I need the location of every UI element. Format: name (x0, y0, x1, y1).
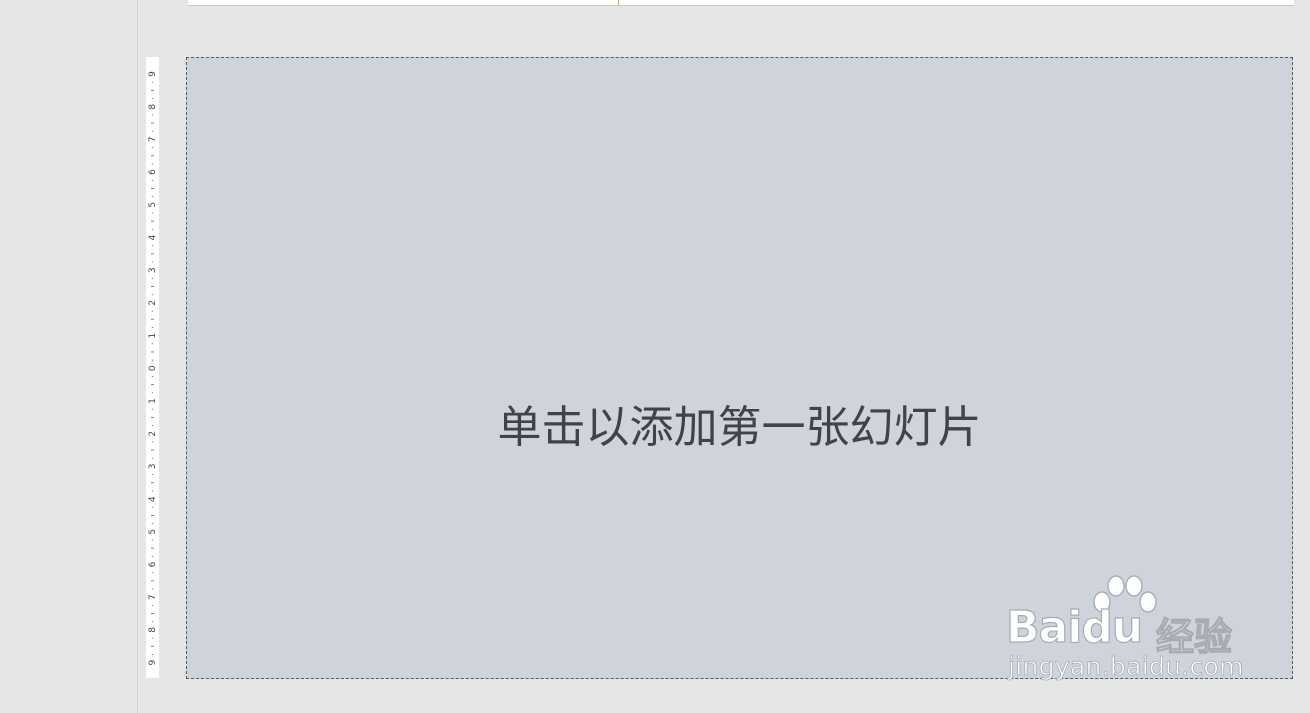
ruler-label: 2 (148, 431, 158, 437)
ruler-label: 0 (148, 365, 158, 371)
ruler-label: 1 (148, 333, 158, 339)
ruler-label: 2 (148, 300, 158, 306)
ruler-label: 7 (148, 594, 158, 600)
ruler-label: 5 (148, 202, 158, 208)
ruler-label: 5 (148, 529, 158, 535)
horizontal-ruler (188, 0, 1294, 6)
add-first-slide-prompt[interactable]: 单击以添加第一张幻灯片 (187, 401, 1292, 455)
vertical-ruler-ticks: 9 8 7 6 5 4 3 2 1 0 1 2 3 4 5 6 7 8 9 (148, 71, 158, 666)
ruler-label: 9 (148, 71, 158, 77)
ruler-label: 3 (148, 464, 158, 470)
slide-canvas[interactable]: 单击以添加第一张幻灯片 (186, 57, 1293, 679)
ruler-label: 1 (148, 398, 158, 404)
ruler-label: 3 (148, 267, 158, 273)
vertical-ruler: 9 8 7 6 5 4 3 2 1 0 1 2 3 4 5 6 7 8 9 (146, 57, 159, 678)
ruler-label: 8 (148, 627, 158, 633)
ruler-label: 4 (148, 234, 158, 240)
slide-thumbnail-pane[interactable] (0, 0, 138, 713)
ruler-cursor-marker (618, 0, 619, 5)
ruler-label: 6 (148, 561, 158, 567)
ruler-label: 4 (148, 496, 158, 502)
ruler-label: 6 (148, 169, 158, 175)
ruler-label: 9 (148, 659, 158, 665)
ruler-label: 8 (148, 104, 158, 110)
ruler-label: 7 (148, 137, 158, 143)
